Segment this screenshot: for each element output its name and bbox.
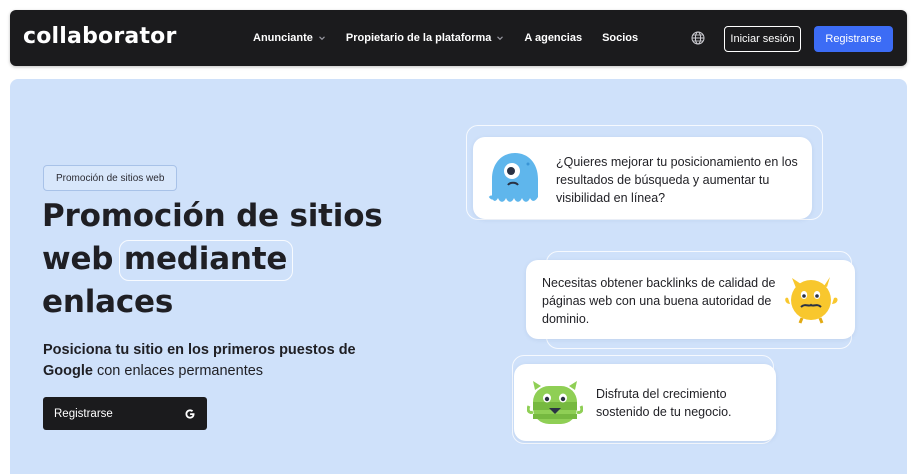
hero-subtitle: Posiciona tu sitio en los primeros puest…	[43, 340, 383, 382]
speech-bubble-2: Necesitas obtener backlinks de calidad d…	[526, 260, 855, 339]
nav-agencies[interactable]: A agencias	[524, 32, 582, 44]
google-icon	[184, 408, 196, 420]
bubble-3-text: Disfruta del crecimiento sostenido de tu…	[596, 387, 732, 419]
register-button[interactable]: Registrarse	[814, 26, 893, 52]
nav-partners-label: Socios	[602, 32, 639, 44]
headline-line-3: enlaces	[42, 284, 174, 320]
hero-subtitle-rest: con enlaces permanentes	[96, 363, 264, 379]
bubble-2-text: Necesitas obtener backlinks de calidad d…	[542, 276, 776, 326]
login-button[interactable]: Iniciar sesión	[724, 26, 801, 52]
green-monster-icon	[526, 376, 584, 435]
headline-word-web: web	[42, 241, 114, 277]
yellow-monster-icon	[784, 274, 840, 329]
globe-icon[interactable]	[690, 30, 706, 46]
hero-register-button[interactable]: Registrarse	[43, 397, 207, 430]
blue-monster-icon	[488, 149, 542, 212]
nav-links: Anunciante Propietario de la plataforma …	[253, 10, 658, 66]
nav-advertiser[interactable]: Anunciante	[253, 32, 326, 44]
speech-bubble-3: Disfruta del crecimiento sostenido de tu…	[514, 364, 776, 441]
headline-highlight-word: mediante	[118, 238, 294, 281]
top-navbar: collaborator Anunciante Propietario de l…	[10, 10, 907, 66]
nav-platform-owner-label: Propietario de la plataforma	[345, 32, 492, 44]
nav-advertiser-label: Anunciante	[253, 32, 313, 44]
nav-partners[interactable]: Socios	[602, 32, 638, 44]
headline-line-1: Promoción de sitios	[42, 198, 383, 234]
chevron-down-icon	[318, 34, 326, 42]
chevron-down-icon	[496, 34, 504, 42]
hero-register-label: Registrarse	[54, 407, 113, 420]
bubble-1-text: ¿Quieres mejorar tu posicionamiento en l…	[556, 155, 798, 205]
page-title: Promoción de sitios web mediante enlaces	[42, 195, 402, 324]
hero-section: Promoción de sitios web Promoción de sit…	[10, 79, 907, 474]
speech-bubble-1: ¿Quieres mejorar tu posicionamiento en l…	[473, 137, 812, 219]
nav-platform-owner[interactable]: Propietario de la plataforma	[346, 32, 504, 44]
collaborator-logo[interactable]: collaborator	[23, 24, 177, 49]
category-badge: Promoción de sitios web	[43, 165, 178, 191]
nav-agencies-label: A agencias	[524, 32, 583, 44]
